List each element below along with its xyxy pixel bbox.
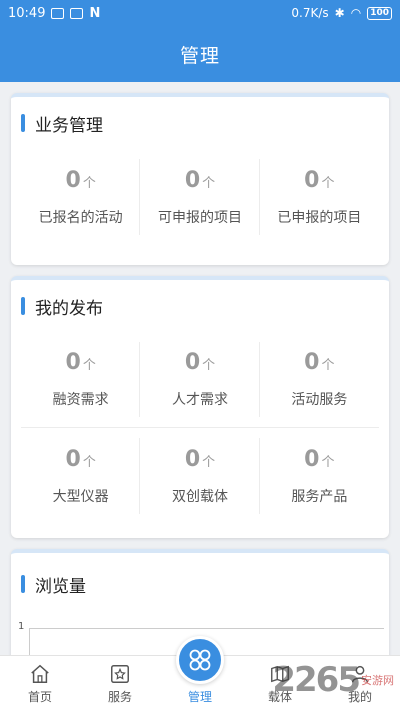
business-management-card: 业务管理 0个 已报名的活动 0个 可申报的项目 0个 已申报的项目 xyxy=(11,93,389,265)
my-publish-card: 我的发布 0个 融资需求 0个 人才需求 0个 活动服务 0个 大型仪器 0个 … xyxy=(11,276,389,538)
watermark-text: 安游网 xyxy=(361,674,394,687)
notification-icon xyxy=(51,7,65,19)
wifi-icon: ◠ xyxy=(350,6,362,20)
accent-bar xyxy=(21,575,25,593)
stat-financing-needs[interactable]: 0个 融资需求 xyxy=(21,332,141,428)
stat-value: 0 xyxy=(184,446,201,472)
watermark-number: 2265 xyxy=(272,660,361,700)
stat-value: 0 xyxy=(184,167,201,193)
network-speed: 0.7K/s xyxy=(291,6,329,20)
stat-unit: 个 xyxy=(321,175,335,191)
stat-label: 活动服务 xyxy=(291,392,348,408)
nav-label: 管理 xyxy=(187,690,212,704)
stat-large-instruments[interactable]: 0个 大型仪器 xyxy=(21,428,141,524)
nav-services[interactable]: 服务 xyxy=(80,656,160,711)
card-header: 浏览量 xyxy=(11,553,389,615)
stat-label: 服务产品 xyxy=(291,488,348,505)
stat-innovation-carriers[interactable]: 0个 双创载体 xyxy=(140,428,260,524)
app-n-icon: N xyxy=(89,5,101,21)
stat-talent-needs[interactable]: 0个 人才需求 xyxy=(140,332,260,428)
title-bar: 管理 xyxy=(0,26,400,82)
home-icon xyxy=(31,664,49,683)
notification-icon xyxy=(70,7,84,19)
stat-label: 已申报的项目 xyxy=(277,209,362,226)
nav-label: 服务 xyxy=(107,690,132,704)
stat-label: 人才需求 xyxy=(171,392,228,408)
stat-unit: 个 xyxy=(321,358,335,373)
star-icon xyxy=(111,665,129,683)
nav-home[interactable]: 首页 xyxy=(0,656,80,711)
stat-registered-activities[interactable]: 0个 已报名的活动 xyxy=(21,149,141,245)
stat-unit: 个 xyxy=(202,175,216,191)
status-time: 10:49 xyxy=(8,5,46,21)
card-title: 业务管理 xyxy=(35,115,103,136)
watermark: 2265 安游网 xyxy=(272,660,394,700)
battery-icon: 100 xyxy=(367,6,392,20)
stat-unit: 个 xyxy=(82,454,96,470)
stat-value: 0 xyxy=(65,167,81,193)
card-title: 浏览量 xyxy=(35,576,86,597)
stat-label: 双创载体 xyxy=(171,488,228,505)
accent-bar xyxy=(21,297,25,315)
stat-unit: 个 xyxy=(202,454,216,470)
stat-unit: 个 xyxy=(82,358,96,373)
status-bar: 10:49 N 0.7K/s ✱ ◠ 100 xyxy=(0,0,400,26)
stat-label: 融资需求 xyxy=(52,392,109,408)
stat-value: 0 xyxy=(65,446,81,472)
stat-label: 已报名的活动 xyxy=(38,209,123,226)
stat-unit: 个 xyxy=(82,175,96,191)
page-title: 管理 xyxy=(179,44,220,67)
nav-manage[interactable]: 管理 xyxy=(160,636,240,711)
stat-value: 0 xyxy=(304,350,320,375)
stat-service-products[interactable]: 0个 服务产品 xyxy=(260,428,379,524)
manage-center-button[interactable] xyxy=(176,636,224,684)
stat-unit: 个 xyxy=(202,358,216,373)
stat-value: 0 xyxy=(65,350,81,375)
nav-label: 首页 xyxy=(27,690,52,704)
stat-available-projects[interactable]: 0个 可申报的项目 xyxy=(140,149,260,245)
stat-unit: 个 xyxy=(321,454,335,470)
stat-applied-projects[interactable]: 0个 已申报的项目 xyxy=(260,149,379,245)
stat-label: 可申报的项目 xyxy=(157,209,242,226)
card-title: 我的发布 xyxy=(35,298,103,319)
grid-icon xyxy=(189,649,211,671)
stat-value: 0 xyxy=(184,350,201,375)
stat-activity-services[interactable]: 0个 活动服务 xyxy=(259,332,379,428)
bluetooth-icon: ✱ xyxy=(334,6,345,20)
stat-value: 0 xyxy=(304,167,320,193)
card-header: 我的发布 xyxy=(11,280,389,332)
stat-label: 大型仪器 xyxy=(52,488,109,505)
y-axis-tick: 1 xyxy=(18,621,25,632)
card-header: 业务管理 xyxy=(11,97,389,149)
accent-bar xyxy=(21,114,25,132)
stat-value: 0 xyxy=(304,446,320,472)
